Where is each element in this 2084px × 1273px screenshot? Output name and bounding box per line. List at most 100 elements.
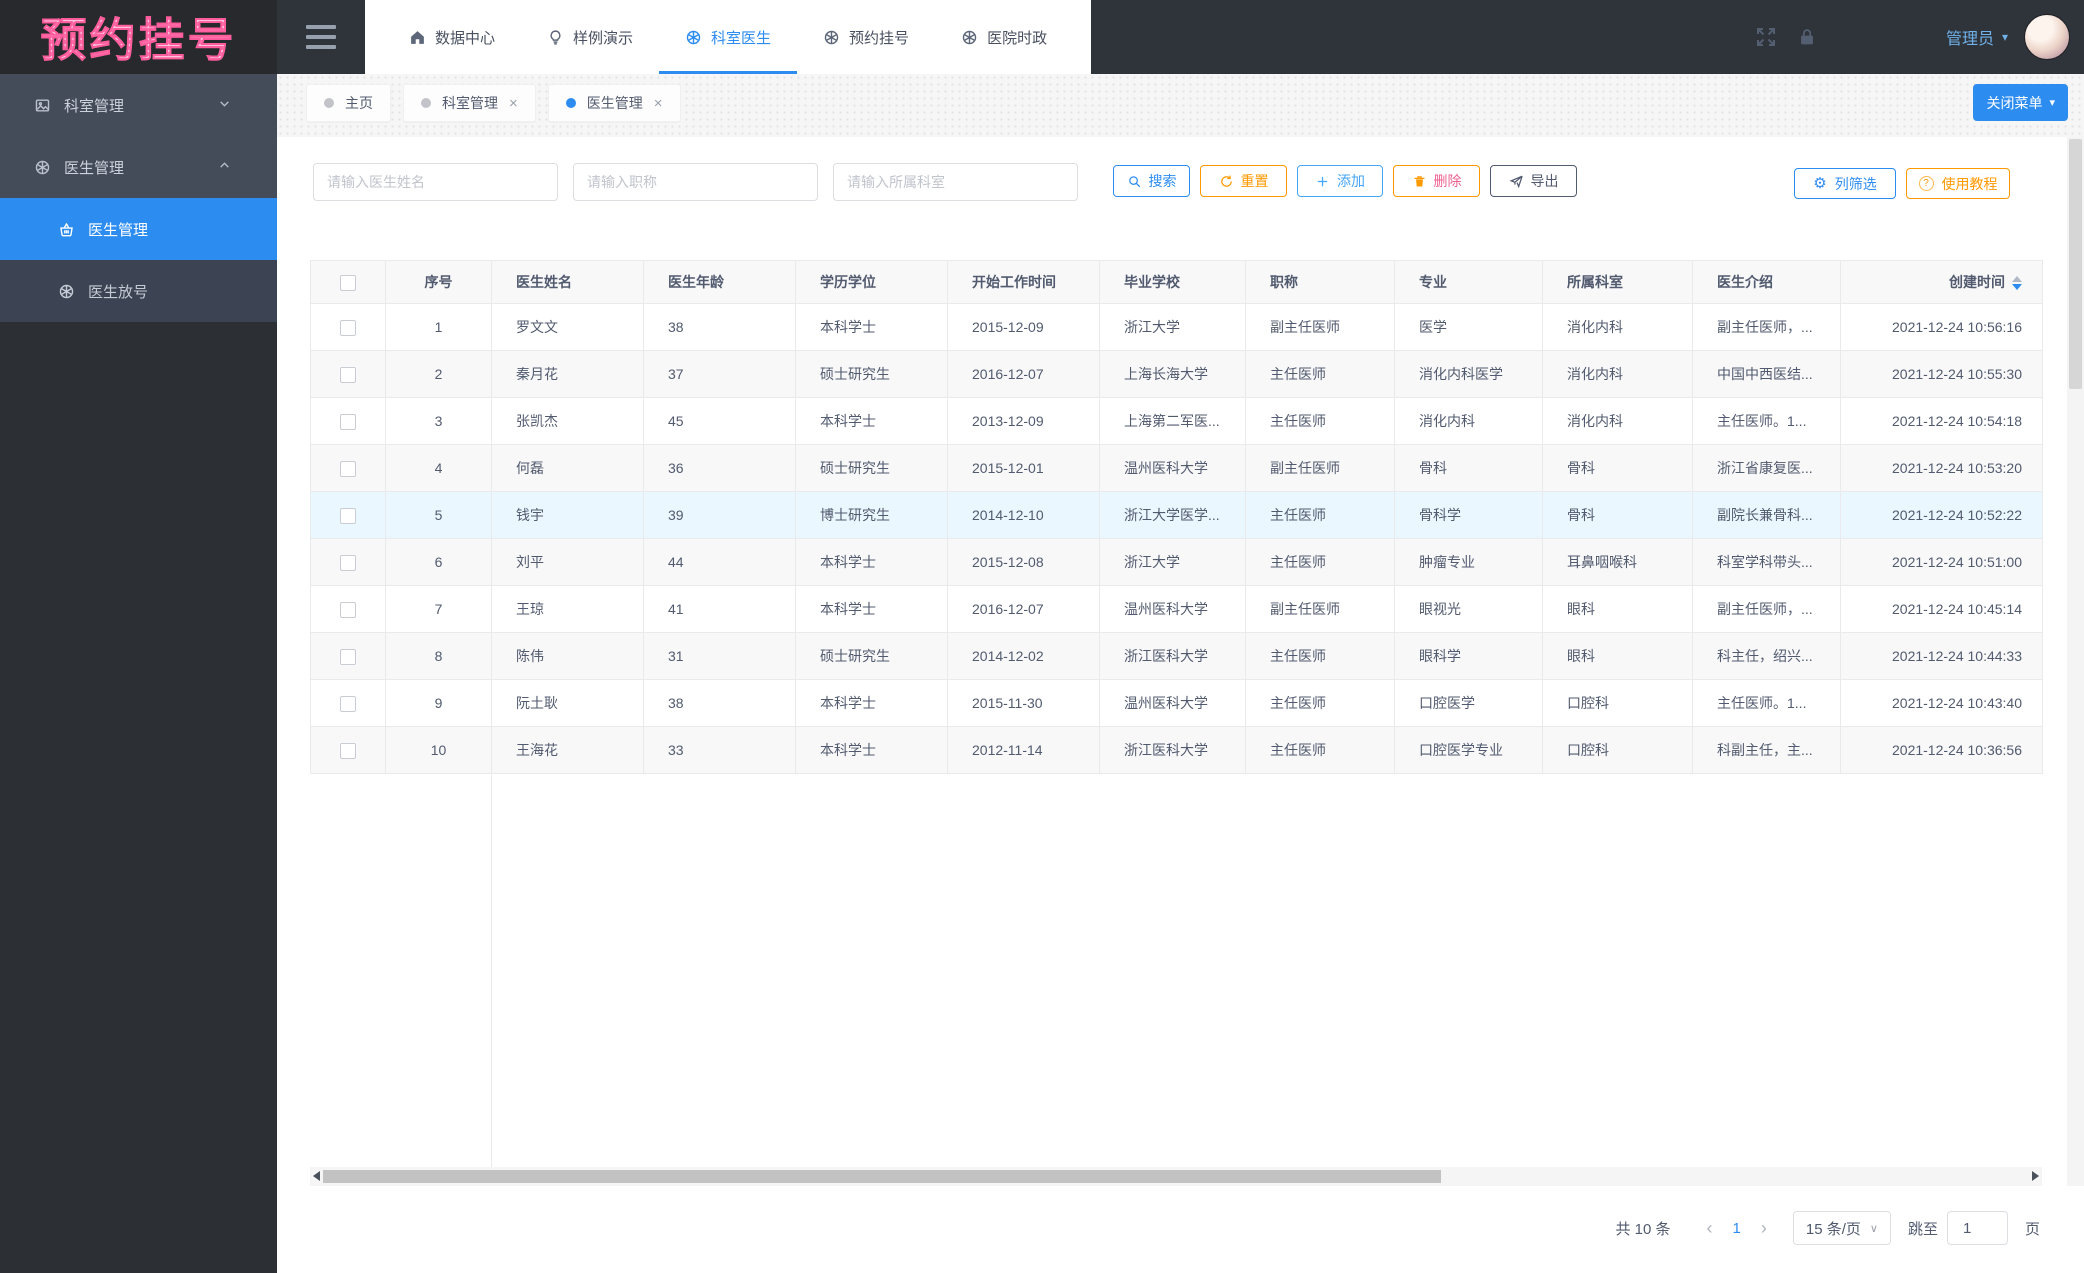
tab-doctor-mgmt[interactable]: 医生管理 × bbox=[548, 84, 681, 122]
cell-school: 温州医科大学 bbox=[1100, 445, 1246, 492]
cell-school: 浙江大学医学... bbox=[1100, 492, 1246, 539]
tutorial-button[interactable]: ? 使用教程 bbox=[1906, 168, 2010, 199]
row-checkbox[interactable] bbox=[340, 743, 356, 759]
table-row[interactable]: 5 钱宇 39 博士研究生 2014-12-10 浙江大学医学... 主任医师 … bbox=[311, 492, 2043, 539]
cell-title: 主任医师 bbox=[1246, 492, 1395, 539]
table-row[interactable]: 3 张凯杰 45 本科学士 2013-12-09 上海第二军医... 主任医师 … bbox=[311, 398, 2043, 445]
sidebar-group-doctor-mgmt[interactable]: 医生管理 bbox=[0, 136, 277, 198]
cell-major: 消化内科医学 bbox=[1395, 351, 1543, 398]
cell-created: 2021-12-24 10:44:33 bbox=[1841, 633, 2043, 680]
cell-title: 主任医师 bbox=[1246, 398, 1395, 445]
fullscreen-button[interactable] bbox=[1754, 25, 1778, 49]
row-checkbox[interactable] bbox=[340, 696, 356, 712]
horizontal-scrollbar[interactable] bbox=[310, 1167, 2042, 1186]
nav-item-demo[interactable]: 样例演示 bbox=[521, 0, 659, 74]
nav-item-data-center[interactable]: 数据中心 bbox=[383, 0, 521, 74]
col-header-title: 职称 bbox=[1246, 261, 1395, 304]
tab-dot bbox=[566, 98, 576, 108]
sidebar-collapse-toggle[interactable] bbox=[277, 0, 365, 74]
vertical-scrollbar[interactable] bbox=[2067, 137, 2084, 1186]
cell-major: 骨科学 bbox=[1395, 492, 1543, 539]
trash-icon bbox=[1412, 174, 1427, 189]
scroll-left-arrow-icon[interactable] bbox=[313, 1171, 320, 1181]
lock-screen-button[interactable] bbox=[1796, 26, 1818, 48]
department-input[interactable] bbox=[833, 163, 1078, 201]
page-size-select[interactable]: 15 条/页 ∨ bbox=[1793, 1211, 1891, 1245]
close-icon[interactable]: × bbox=[654, 96, 663, 111]
col-header-major: 专业 bbox=[1395, 261, 1543, 304]
row-checkbox[interactable] bbox=[340, 367, 356, 383]
table-header-row: 序号 医生姓名 医生年龄 学历学位 开始工作时间 毕业学校 职称 专业 所属科室… bbox=[311, 261, 2043, 304]
jump-page-input[interactable] bbox=[1947, 1211, 2008, 1245]
cell-start-date: 2013-12-09 bbox=[948, 398, 1100, 445]
reset-button[interactable]: 重置 bbox=[1200, 165, 1287, 197]
cell-age: 33 bbox=[644, 727, 796, 774]
delete-button[interactable]: 删除 bbox=[1393, 165, 1480, 197]
sidebar-group-department-mgmt[interactable]: 科室管理 bbox=[0, 74, 277, 136]
cell-title: 主任医师 bbox=[1246, 633, 1395, 680]
row-checkbox[interactable] bbox=[340, 320, 356, 336]
nav-item-department-doctor[interactable]: 科室医生 bbox=[659, 0, 797, 74]
tab-dot bbox=[324, 98, 334, 108]
table-row[interactable]: 10 王海花 33 本科学士 2012-11-14 浙江医科大学 主任医师 口腔… bbox=[311, 727, 2043, 774]
question-icon: ? bbox=[1919, 176, 1934, 191]
select-all-checkbox[interactable] bbox=[340, 275, 356, 291]
current-page[interactable]: 1 bbox=[1725, 1220, 1749, 1237]
close-menu-button[interactable]: 关闭菜单 ▾ bbox=[1973, 84, 2068, 121]
title-input[interactable] bbox=[573, 163, 818, 201]
cell-major: 骨科 bbox=[1395, 445, 1543, 492]
table-row[interactable]: 4 何磊 36 硕士研究生 2015-12-01 温州医科大学 副主任医师 骨科… bbox=[311, 445, 2043, 492]
user-menu[interactable]: 管理员 ▾ bbox=[1946, 25, 2008, 49]
sidebar-item-doctor-release[interactable]: 医生放号 bbox=[0, 260, 277, 322]
user-avatar[interactable] bbox=[2024, 14, 2070, 60]
tab-department-mgmt[interactable]: 科室管理 × bbox=[403, 84, 536, 122]
close-icon[interactable]: × bbox=[509, 96, 518, 111]
add-button[interactable]: 添加 bbox=[1297, 165, 1383, 197]
cell-no: 8 bbox=[386, 633, 492, 680]
search-button[interactable]: 搜索 bbox=[1113, 165, 1190, 197]
row-checkbox[interactable] bbox=[340, 602, 356, 618]
cell-start-date: 2015-12-01 bbox=[948, 445, 1100, 492]
nav-item-hospital-news[interactable]: 医院时政 bbox=[935, 0, 1073, 74]
column-filter-button[interactable]: ⚙ 列筛选 bbox=[1794, 168, 1896, 199]
table-row[interactable]: 8 陈伟 31 硕士研究生 2014-12-02 浙江医科大学 主任医师 眼科学… bbox=[311, 633, 2043, 680]
table-row[interactable]: 6 刘平 44 本科学士 2015-12-08 浙江大学 主任医师 肿瘤专业 耳… bbox=[311, 539, 2043, 586]
cell-start-date: 2015-12-08 bbox=[948, 539, 1100, 586]
gear-icon: ⚙ bbox=[1813, 176, 1826, 191]
cell-name: 王琼 bbox=[492, 586, 644, 633]
export-button[interactable]: 导出 bbox=[1490, 165, 1577, 197]
scrollbar-thumb[interactable] bbox=[323, 1170, 1441, 1183]
aperture-icon bbox=[961, 29, 978, 46]
cell-name: 张凯杰 bbox=[492, 398, 644, 445]
cell-name: 阮土耿 bbox=[492, 680, 644, 727]
scroll-right-arrow-icon[interactable] bbox=[2032, 1171, 2039, 1181]
cell-title: 主任医师 bbox=[1246, 727, 1395, 774]
tab-home[interactable]: 主页 bbox=[306, 84, 391, 122]
cell-department: 骨科 bbox=[1543, 445, 1693, 492]
cell-intro: 副院长兼骨科... bbox=[1693, 492, 1841, 539]
table-row[interactable]: 1 罗文文 38 本科学士 2015-12-09 浙江大学 副主任医师 医学 消… bbox=[311, 304, 2043, 351]
row-checkbox[interactable] bbox=[340, 461, 356, 477]
table-row[interactable]: 2 秦月花 37 硕士研究生 2016-12-07 上海长海大学 主任医师 消化… bbox=[311, 351, 2043, 398]
row-checkbox[interactable] bbox=[340, 555, 356, 571]
sidebar-item-doctor-mgmt[interactable]: 医生管理 bbox=[0, 198, 277, 260]
col-header-school: 毕业学校 bbox=[1100, 261, 1246, 304]
cell-name: 秦月花 bbox=[492, 351, 644, 398]
row-checkbox[interactable] bbox=[340, 414, 356, 430]
table-row[interactable]: 7 王琼 41 本科学士 2016-12-07 温州医科大学 副主任医师 眼视光… bbox=[311, 586, 2043, 633]
cell-age: 38 bbox=[644, 680, 796, 727]
nav-item-appointment[interactable]: 预约挂号 bbox=[797, 0, 935, 74]
row-checkbox[interactable] bbox=[340, 649, 356, 665]
doctor-name-input[interactable] bbox=[313, 163, 558, 201]
table-row[interactable]: 9 阮土耿 38 本科学士 2015-11-30 温州医科大学 主任医师 口腔医… bbox=[311, 680, 2043, 727]
row-checkbox[interactable] bbox=[340, 508, 356, 524]
aperture-icon bbox=[685, 29, 702, 46]
next-page-icon[interactable]: › bbox=[1749, 1218, 1779, 1239]
prev-page-icon[interactable]: ‹ bbox=[1695, 1218, 1725, 1239]
col-header-created[interactable]: 创建时间 bbox=[1841, 261, 2043, 304]
cell-intro: 副主任医师，... bbox=[1693, 586, 1841, 633]
cell-major: 眼视光 bbox=[1395, 586, 1543, 633]
cell-department: 消化内科 bbox=[1543, 398, 1693, 445]
cell-age: 37 bbox=[644, 351, 796, 398]
sort-icon[interactable] bbox=[2012, 276, 2022, 290]
